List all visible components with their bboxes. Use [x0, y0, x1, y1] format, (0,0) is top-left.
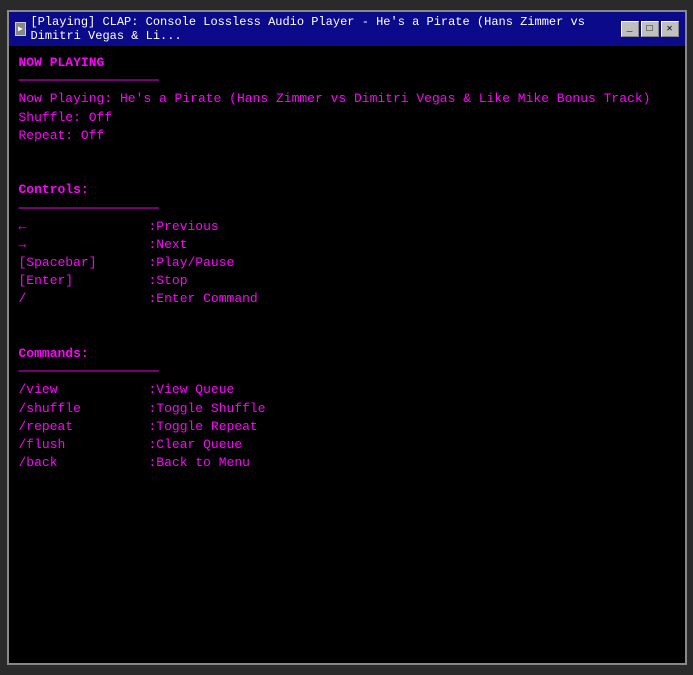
- control-action: :Next: [149, 237, 188, 252]
- command-item: /back:Back to Menu: [19, 454, 675, 472]
- shuffle-line: Shuffle: Off: [19, 109, 675, 127]
- control-action: :Enter Command: [149, 291, 258, 306]
- command-key: /repeat: [19, 418, 149, 436]
- control-action: :Play/Pause: [149, 255, 235, 270]
- command-key: /flush: [19, 436, 149, 454]
- blank-4: [19, 327, 675, 345]
- control-item: ←:Previous: [19, 218, 675, 236]
- command-item: /view:View Queue: [19, 381, 675, 399]
- control-key: [Spacebar]: [19, 254, 149, 272]
- blank-2: [19, 163, 675, 181]
- controls-heading: Controls:: [19, 181, 675, 199]
- command-item: /shuffle:Toggle Shuffle: [19, 400, 675, 418]
- control-item: [Spacebar]:Play/Pause: [19, 254, 675, 272]
- control-key: →: [19, 236, 149, 254]
- control-item: /:Enter Command: [19, 290, 675, 308]
- command-action: :Toggle Repeat: [149, 419, 258, 434]
- command-action: :Back to Menu: [149, 455, 250, 470]
- window-title: [Playing] CLAP: Console Lossless Audio P…: [30, 15, 620, 43]
- now-playing-heading: NOW PLAYING: [19, 54, 675, 72]
- control-item: →:Next: [19, 236, 675, 254]
- divider-2: ──────────────────: [19, 200, 675, 218]
- command-action: :Toggle Shuffle: [149, 401, 266, 416]
- now-playing-value: He's a Pirate (Hans Zimmer vs Dimitri Ve…: [120, 91, 651, 106]
- control-item: [Enter]:Stop: [19, 272, 675, 290]
- command-item: /repeat:Toggle Repeat: [19, 418, 675, 436]
- blank-1: [19, 145, 675, 163]
- control-key: ←: [19, 218, 149, 236]
- app-icon: ▶: [15, 22, 27, 36]
- terminal-output: NOW PLAYING ────────────────── Now Playi…: [9, 46, 685, 663]
- maximize-button[interactable]: □: [641, 21, 659, 37]
- divider-3: ──────────────────: [19, 363, 675, 381]
- control-key: /: [19, 290, 149, 308]
- now-playing-label: Now Playing:: [19, 91, 113, 106]
- commands-list: /view:View Queue/shuffle:Toggle Shuffle/…: [19, 381, 675, 472]
- command-action: :Clear Queue: [149, 437, 243, 452]
- command-key: /shuffle: [19, 400, 149, 418]
- now-playing-line: Now Playing: He's a Pirate (Hans Zimmer …: [19, 90, 675, 108]
- title-bar: ▶ [Playing] CLAP: Console Lossless Audio…: [9, 12, 685, 46]
- command-key: /view: [19, 381, 149, 399]
- command-key: /back: [19, 454, 149, 472]
- minimize-button[interactable]: _: [621, 21, 639, 37]
- repeat-line: Repeat: Off: [19, 127, 675, 145]
- controls-list: ←:Previous→:Next[Spacebar]:Play/Pause[En…: [19, 218, 675, 309]
- title-bar-left: ▶ [Playing] CLAP: Console Lossless Audio…: [15, 15, 621, 43]
- close-button[interactable]: ✕: [661, 21, 679, 37]
- command-action: :View Queue: [149, 382, 235, 397]
- commands-heading: Commands:: [19, 345, 675, 363]
- window-controls: _ □ ✕: [621, 21, 679, 37]
- control-action: :Previous: [149, 219, 219, 234]
- control-action: :Stop: [149, 273, 188, 288]
- command-item: /flush:Clear Queue: [19, 436, 675, 454]
- blank-3: [19, 309, 675, 327]
- control-key: [Enter]: [19, 272, 149, 290]
- divider-1: ──────────────────: [19, 72, 675, 90]
- application-window: ▶ [Playing] CLAP: Console Lossless Audio…: [7, 10, 687, 665]
